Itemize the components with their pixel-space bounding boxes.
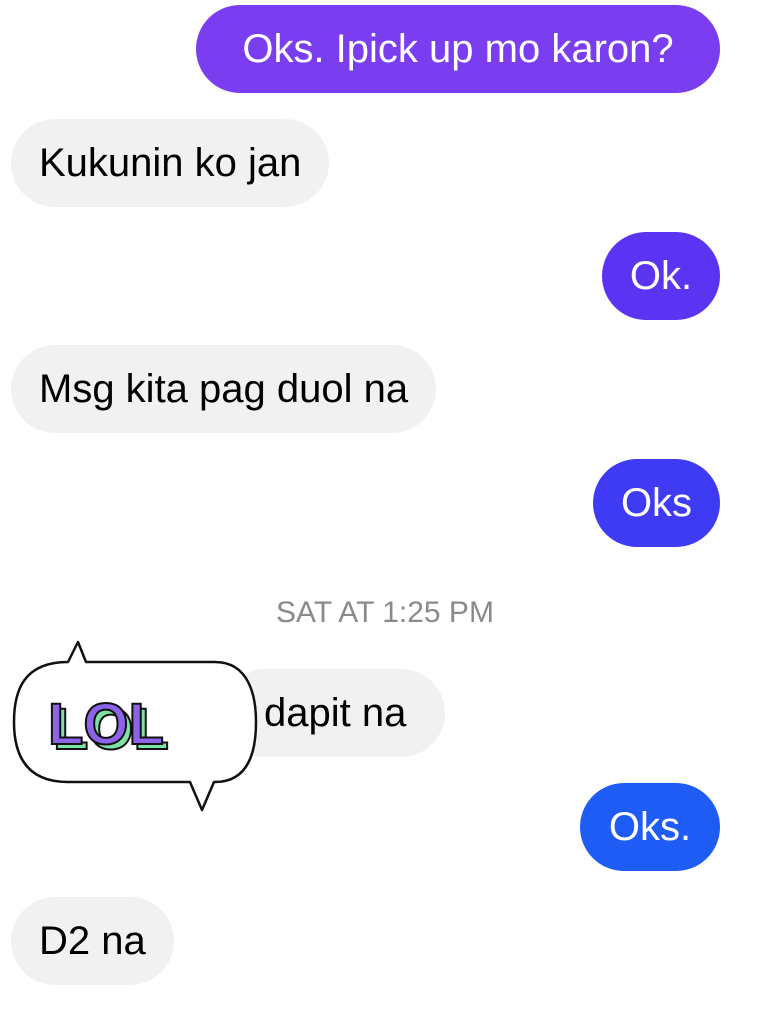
message-sent[interactable]: Oks. Ipick up mo karon? <box>196 5 720 93</box>
message-sent[interactable]: Oks <box>593 459 720 547</box>
lol-sticker-icon[interactable]: LOL LOL <box>10 640 260 816</box>
message-sent[interactable]: Oks. <box>580 783 720 871</box>
conversation: Oks. Ipick up mo karon? Kukunin ko jan O… <box>0 0 770 1024</box>
message-sent[interactable]: Ok. <box>602 232 720 320</box>
message-text: Ok. <box>629 253 693 298</box>
message-received[interactable]: D2 na <box>11 897 174 985</box>
message-text: dapit na <box>264 690 407 735</box>
message-text: Msg kita pag duol na <box>39 366 409 411</box>
message-received[interactable]: Kukunin ko jan <box>11 119 330 207</box>
message-text: Oks. Ipick up mo karon? <box>242 26 674 71</box>
message-text: Oks. <box>608 804 692 849</box>
message-text: Kukunin ko jan <box>39 140 302 185</box>
sticker-text: LOL <box>48 692 164 757</box>
message-received[interactable]: Msg kita pag duol na <box>11 345 437 433</box>
timestamp: SAT AT 1:25 PM <box>276 596 494 629</box>
message-text: Oks <box>620 480 693 525</box>
message-text: D2 na <box>39 918 146 963</box>
